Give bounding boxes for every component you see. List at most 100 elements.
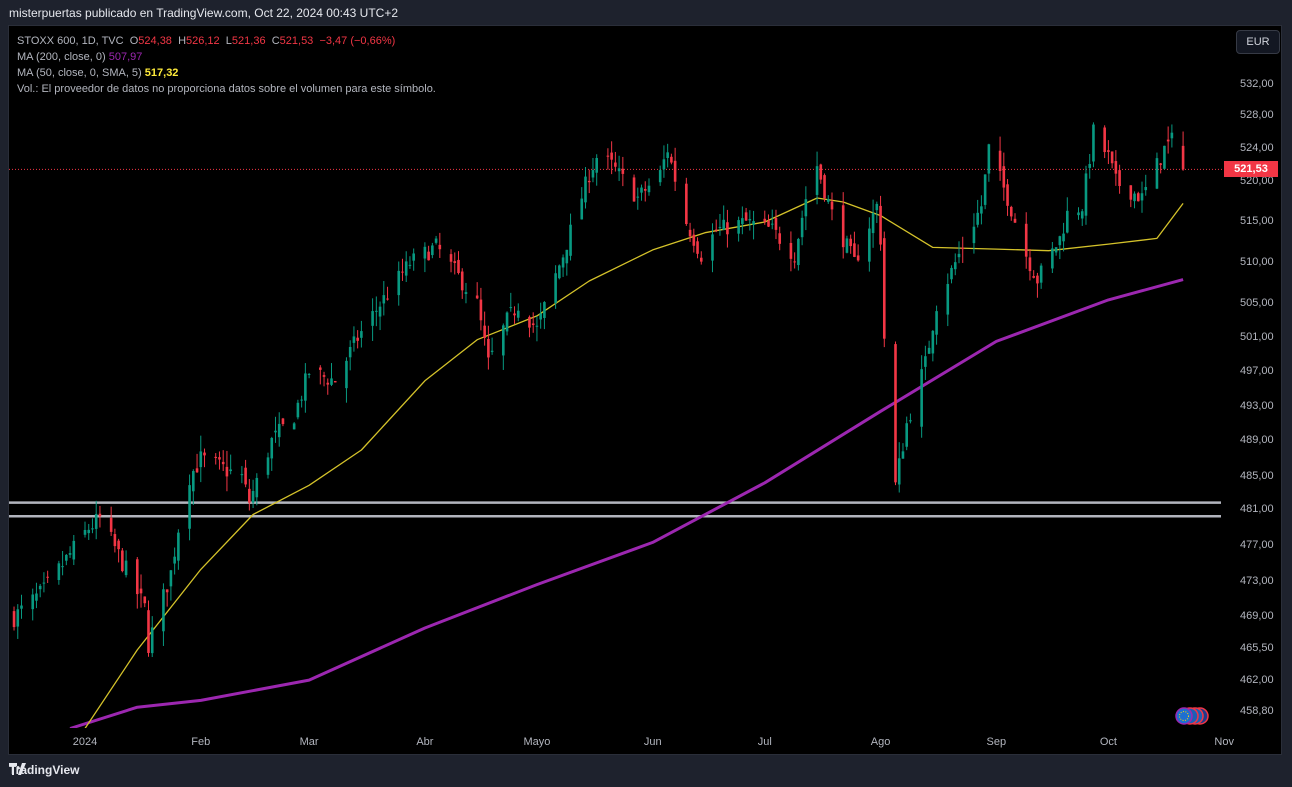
eu-events-icon[interactable] <box>1170 706 1210 726</box>
currency-button[interactable]: EUR <box>1236 30 1280 54</box>
candle-body <box>31 594 35 610</box>
candle-body <box>1159 163 1162 165</box>
candle-body <box>1103 127 1106 153</box>
price-tick-label: 493,00 <box>1240 400 1274 412</box>
candle-body <box>793 261 796 263</box>
candle-body <box>188 485 191 529</box>
candle-body <box>270 438 274 459</box>
ma50-label: MA (50, close, 0, SMA, 5) <box>17 67 142 79</box>
candle-body <box>475 295 479 299</box>
candle-body <box>251 491 255 503</box>
close-value: 521,53 <box>279 35 314 47</box>
candle-body <box>438 244 442 250</box>
chart-legend: STOXX 600, 1D, TVC O524,38 H526,12 L521,… <box>17 33 436 97</box>
candle-body <box>1028 257 1032 272</box>
close-label: C <box>271 35 280 47</box>
candle-body <box>386 298 389 300</box>
candle-body <box>699 257 703 262</box>
candle-body <box>1092 124 1095 162</box>
tradingview-brand[interactable]: TradingView <box>9 763 79 777</box>
candle-body <box>845 238 849 253</box>
candle-body <box>117 540 120 550</box>
candle-body <box>352 336 356 343</box>
candle-body <box>307 373 311 375</box>
candle-body <box>16 609 20 627</box>
candle-body <box>610 152 613 160</box>
candle-body <box>531 323 535 325</box>
candle-body <box>711 234 714 261</box>
candle-body <box>277 423 281 438</box>
candle-body <box>348 346 352 358</box>
candle-body <box>767 220 770 227</box>
candle-body <box>225 466 229 477</box>
candle-body <box>401 271 404 273</box>
price-tick-label: 462,00 <box>1240 674 1274 686</box>
candle-body <box>356 337 359 341</box>
candle-body <box>1181 145 1185 170</box>
candle-body <box>688 229 692 237</box>
candle-body <box>91 528 94 530</box>
candle-body <box>1077 212 1080 216</box>
candle-body <box>1039 265 1043 283</box>
candle-body <box>797 238 800 266</box>
candle-body <box>595 157 598 173</box>
time-tick-label: 2024 <box>72 736 98 748</box>
candle-body <box>326 382 330 385</box>
ma200-row[interactable]: MA (200, close, 0) 507,97 <box>17 49 436 65</box>
candle-body <box>606 155 610 157</box>
candle-body <box>46 576 49 578</box>
candle-body <box>632 177 636 202</box>
candle-body <box>192 471 195 492</box>
candle-body <box>12 611 16 628</box>
candle-body <box>1140 193 1144 201</box>
candle-body <box>375 310 378 312</box>
candle-body <box>882 238 886 339</box>
candle-body <box>1036 275 1039 284</box>
candle-body <box>296 402 300 418</box>
candle-body <box>68 553 72 555</box>
time-tick-label: Abr <box>416 736 434 748</box>
candle-body <box>621 168 625 174</box>
candle-body <box>1066 210 1069 233</box>
candle-body <box>647 185 651 193</box>
candle-body <box>670 156 673 163</box>
candle-body <box>744 212 748 221</box>
candle-body <box>849 238 852 247</box>
ma50-row[interactable]: MA (50, close, 0, SMA, 5) 517,32 <box>17 65 436 81</box>
symbol-label[interactable]: STOXX 600, 1D, TVC <box>17 35 124 47</box>
candle-body <box>718 226 722 228</box>
candle-body <box>509 307 513 309</box>
candle-body <box>61 566 64 568</box>
candle-body <box>752 221 755 225</box>
price-tick-label: 510,00 <box>1240 256 1274 268</box>
candle-body <box>244 467 247 485</box>
price-tick-label: 477,00 <box>1240 539 1274 551</box>
candle-body <box>591 170 595 178</box>
price-chart[interactable] <box>0 0 1292 787</box>
candle-body <box>685 183 688 224</box>
candle-body <box>1088 164 1092 168</box>
candle-body <box>714 229 718 231</box>
candle-body <box>94 513 98 529</box>
candle-body <box>856 255 860 261</box>
price-tick-label: 489,00 <box>1240 434 1274 446</box>
candle-body <box>434 238 438 243</box>
candle-body <box>1133 193 1136 202</box>
candle-body <box>1080 211 1084 219</box>
ma200-label: MA (200, close, 0) <box>17 51 106 63</box>
candle-body <box>931 330 935 354</box>
candle-body <box>565 249 569 264</box>
candle-body <box>998 150 1002 171</box>
candle-body <box>83 529 87 535</box>
candle-body <box>636 196 640 198</box>
candle-body <box>304 373 307 401</box>
candle-body <box>924 356 927 367</box>
candle-body <box>976 212 979 225</box>
candle-body <box>457 259 460 274</box>
candle-body <box>300 399 303 401</box>
candle-body <box>1155 158 1159 189</box>
time-tick-label: Oct <box>1099 736 1117 748</box>
change-value: −3,47 (−0,66%) <box>319 35 396 47</box>
candle-body <box>1166 139 1170 142</box>
candle-body <box>42 582 46 584</box>
